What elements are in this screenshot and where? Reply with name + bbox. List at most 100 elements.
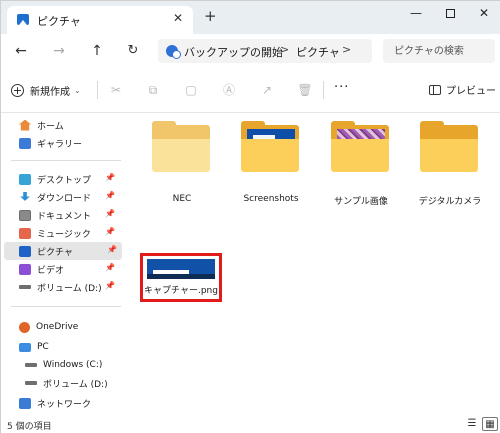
sidebar-item-label: ギャラリー xyxy=(37,139,83,150)
sidebar-item-volume-d[interactable]: ボリューム (D:) 📌 xyxy=(1,278,123,296)
folder-screenshots[interactable]: Screenshots xyxy=(237,121,307,215)
pictures-icon xyxy=(19,245,31,257)
close-tab-icon[interactable]: ✕ xyxy=(173,11,183,25)
tab-pictures[interactable]: ピクチャ ✕ xyxy=(7,6,193,34)
folder-icon xyxy=(241,139,299,172)
cut-icon[interactable]: ✂ xyxy=(107,81,125,99)
maximize-button[interactable] xyxy=(433,1,467,27)
breadcrumb-chevron-icon[interactable]: > xyxy=(342,43,351,56)
folder-sample-images[interactable]: サンプル画像 xyxy=(327,121,397,215)
download-icon xyxy=(20,191,30,201)
sidebar-item-documents[interactable]: ドキュメント 📌 xyxy=(1,206,123,224)
new-button-label: 新規作成 xyxy=(30,86,70,98)
sidebar-item-volume-d-pc[interactable]: ボリューム (D:) xyxy=(1,374,123,392)
chevron-down-icon: ⌄ xyxy=(74,85,81,95)
toolbar-divider xyxy=(323,81,324,99)
forward-button[interactable]: → xyxy=(47,40,71,62)
pin-icon: 📌 xyxy=(107,245,117,254)
new-tab-button[interactable]: + xyxy=(204,9,217,24)
sidebar-item-label: ネットワーク xyxy=(37,399,92,410)
toolbar-divider xyxy=(97,81,98,99)
folder-nec[interactable]: NEC xyxy=(148,121,218,215)
copy-icon[interactable]: ⧉ xyxy=(144,81,162,99)
breadcrumb-chevron-icon[interactable]: > xyxy=(280,43,289,56)
preview-pane-icon xyxy=(429,84,441,95)
sidebar-item-network[interactable]: ネットワーク xyxy=(1,394,123,412)
pictures-icon xyxy=(17,14,29,25)
backup-icon xyxy=(166,45,181,59)
folder-label: デジタルカメラ xyxy=(418,197,482,207)
details-view-icon[interactable]: ☰ xyxy=(464,417,480,431)
pin-icon: 📌 xyxy=(105,227,115,236)
sidebar-divider xyxy=(11,160,121,161)
sidebar-item-gallery[interactable]: ギャラリー xyxy=(1,134,123,152)
pin-icon: 📌 xyxy=(105,263,115,272)
sidebar-item-onedrive[interactable]: OneDrive xyxy=(1,318,123,336)
up-button[interactable]: ↑ xyxy=(85,40,109,62)
back-button[interactable]: ← xyxy=(9,40,33,62)
sidebar-item-label: ビデオ xyxy=(37,265,65,276)
pin-icon: 📌 xyxy=(105,281,115,290)
file-capture-png[interactable]: キャプチャー.png xyxy=(140,253,222,302)
sidebar-item-label: ホーム xyxy=(37,121,64,132)
file-label: キャプチャー.png xyxy=(144,286,218,296)
folder-label: Screenshots xyxy=(243,194,299,204)
sidebar-item-music[interactable]: ミュージック 📌 xyxy=(1,224,123,242)
large-icons-view-icon[interactable]: ▦ xyxy=(482,417,498,431)
onedrive-icon xyxy=(19,321,30,333)
sidebar-item-windows-c[interactable]: Windows (C:) xyxy=(1,356,123,374)
breadcrumb-backup[interactable]: バックアップの開始 xyxy=(184,44,283,60)
pin-icon: 📌 xyxy=(105,191,115,200)
tab-title: ピクチャ xyxy=(37,15,81,28)
sidebar-item-label: ボリューム (D:) xyxy=(37,283,102,294)
pin-icon: 📌 xyxy=(105,173,115,182)
sidebar-item-videos[interactable]: ビデオ 📌 xyxy=(1,260,123,278)
refresh-button[interactable]: ↻ xyxy=(121,40,145,62)
sidebar-item-label: ピクチャ xyxy=(37,247,73,258)
close-window-button[interactable]: ✕ xyxy=(467,1,500,27)
sidebar-item-home[interactable]: ホーム xyxy=(1,116,123,134)
command-bar: + 新規作成 ⌄ ✂ ⧉ ▢ Ⓐ ↗ 🗑 ··· プレビュー xyxy=(1,68,500,113)
paste-icon[interactable]: ▢ xyxy=(182,81,200,99)
sidebar-item-pictures[interactable]: ピクチャ 📌 xyxy=(4,242,122,260)
new-button[interactable]: + 新規作成 ⌄ xyxy=(11,80,81,100)
video-icon xyxy=(19,263,31,275)
sidebar-item-label: ダウンロード xyxy=(37,193,92,204)
folder-icon xyxy=(152,139,210,172)
folder-icon xyxy=(331,139,389,172)
status-bar: 5 個の項目 ☰ ▦ xyxy=(1,415,500,433)
more-options-button[interactable]: ··· xyxy=(334,80,349,95)
sidebar-item-label: ミュージック xyxy=(37,229,91,240)
address-bar[interactable]: バックアップの開始 > ピクチャ > xyxy=(158,39,372,63)
rename-icon[interactable]: Ⓐ xyxy=(220,81,238,99)
navigation-bar: ← → ↑ ↻ バックアップの開始 > ピクチャ > xyxy=(1,34,500,68)
sidebar-item-label: OneDrive xyxy=(36,322,79,332)
network-icon xyxy=(19,397,31,409)
sidebar-item-label: ボリューム (D:) xyxy=(43,379,108,390)
drive-icon xyxy=(25,381,37,385)
share-icon[interactable]: ↗ xyxy=(258,81,276,99)
drive-icon xyxy=(25,363,37,367)
preview-label: プレビュー xyxy=(446,86,496,97)
item-count: 5 個の項目 xyxy=(7,422,52,432)
music-icon xyxy=(19,227,31,239)
gallery-icon xyxy=(19,137,31,149)
search-input[interactable] xyxy=(383,39,495,63)
folder-digital-camera[interactable]: デジタルカメラ xyxy=(416,121,486,215)
preview-button[interactable]: プレビュー xyxy=(429,82,496,97)
pin-icon: 📌 xyxy=(105,209,115,218)
sidebar-item-label: Windows (C:) xyxy=(43,360,103,370)
sidebar-item-pc[interactable]: PC xyxy=(1,338,123,356)
sidebar-item-desktop[interactable]: デスクトップ 📌 xyxy=(1,170,123,188)
image-thumbnail xyxy=(147,259,215,279)
desktop-icon xyxy=(19,173,31,185)
drive-icon xyxy=(19,285,31,289)
sidebar-item-downloads[interactable]: ダウンロード 📌 xyxy=(1,188,123,206)
sidebar-item-label: PC xyxy=(37,342,49,352)
delete-icon[interactable]: 🗑 xyxy=(296,81,314,99)
plus-circle-icon: + xyxy=(11,83,24,97)
minimize-button[interactable]: — xyxy=(399,1,433,27)
breadcrumb-pictures[interactable]: ピクチャ xyxy=(296,44,340,60)
pc-icon xyxy=(19,342,31,352)
home-icon xyxy=(19,119,31,131)
